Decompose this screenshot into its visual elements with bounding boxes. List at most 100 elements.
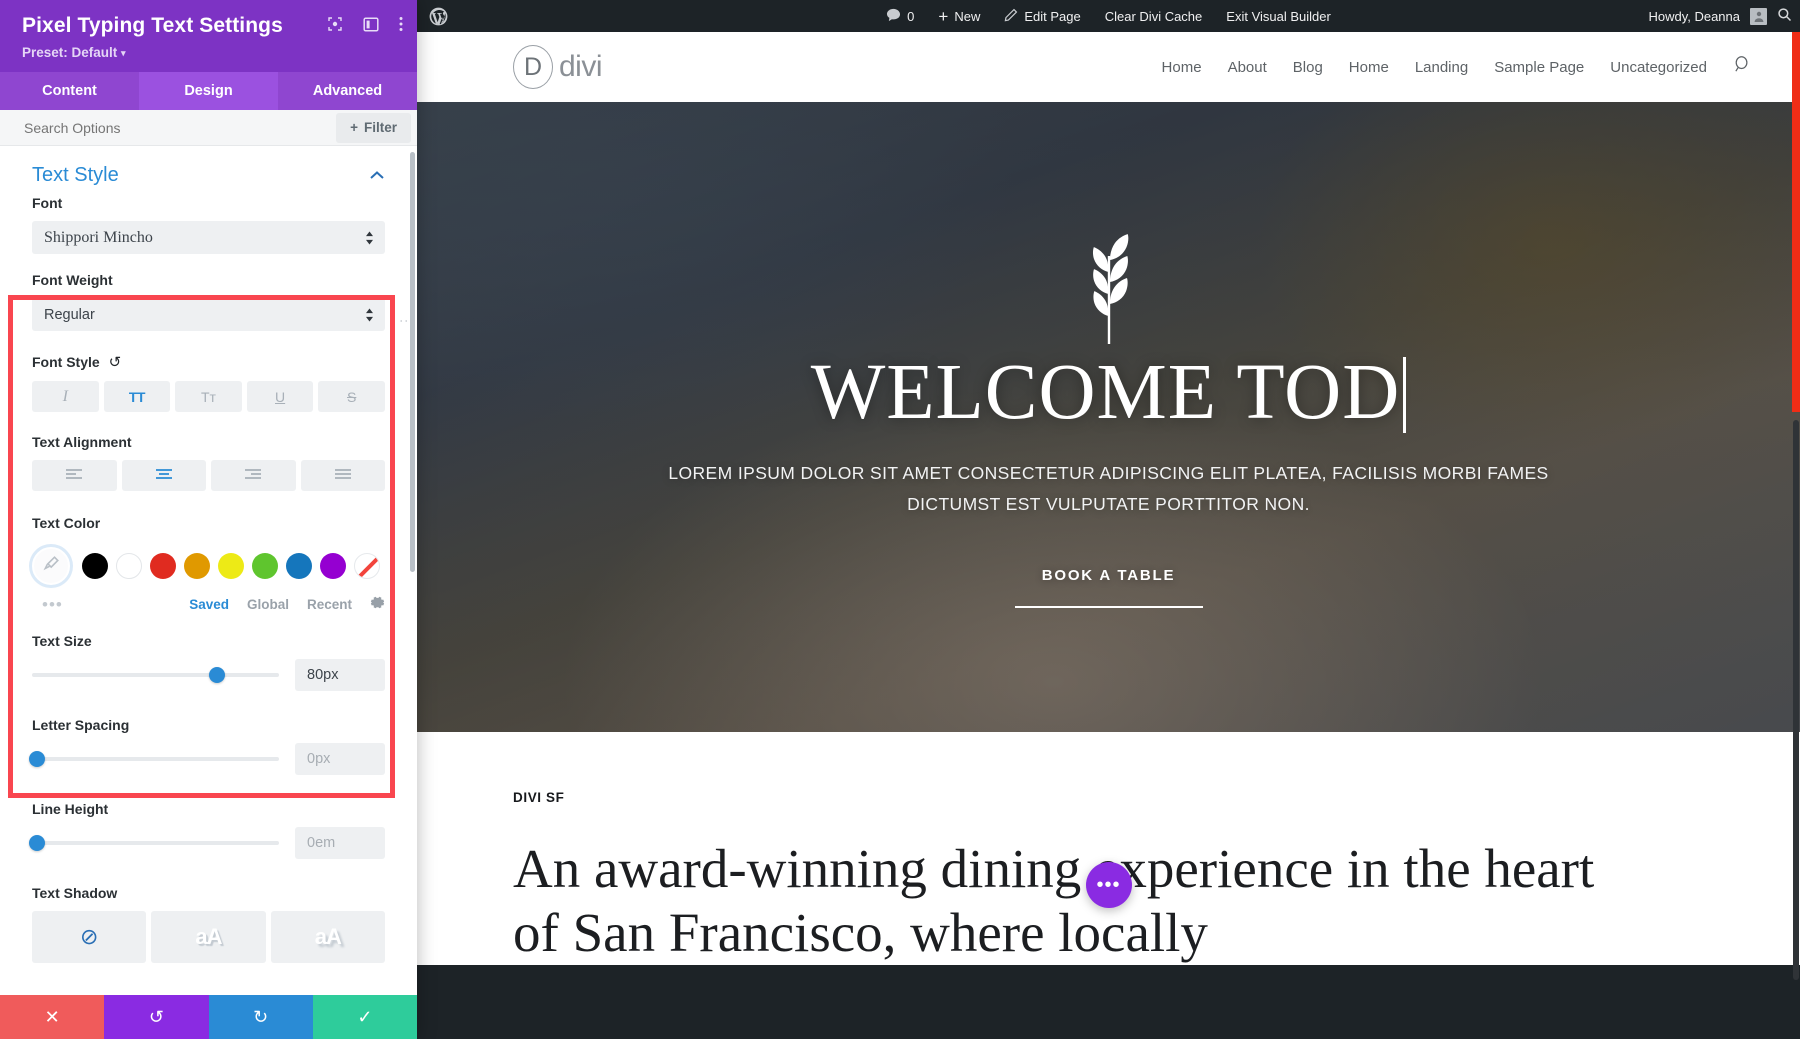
font-style-label: Font Style ↺ <box>32 353 385 371</box>
color-source-tabs: Saved Global Recent <box>189 595 385 613</box>
typing-cursor <box>1403 357 1407 433</box>
font-style-underline-button[interactable]: U <box>246 381 314 412</box>
text-shadow-strong-button[interactable]: aA <box>270 911 385 963</box>
font-style-smallcaps-button[interactable]: Tᴛ <box>175 381 242 412</box>
nav-item-home[interactable]: Home <box>1162 59 1202 76</box>
font-style-uppercase-button[interactable]: TT <box>103 381 171 412</box>
divi-logo[interactable]: D divi <box>513 45 603 89</box>
exit-visual-builder-item[interactable]: Exit Visual Builder <box>1214 0 1343 32</box>
color-picker-button[interactable] <box>32 547 70 585</box>
align-right-button[interactable] <box>211 460 296 491</box>
site-header: D divi Home About Blog Home Landing Samp… <box>417 32 1800 102</box>
nav-item-sample-page[interactable]: Sample Page <box>1494 59 1584 76</box>
reset-icon[interactable]: ↺ <box>109 353 122 371</box>
align-justify-button[interactable] <box>300 460 385 491</box>
tab-design[interactable]: Design <box>139 72 278 110</box>
swatch-yellow[interactable] <box>218 553 244 579</box>
font-weight-select[interactable]: Regular <box>32 298 385 331</box>
align-left-button[interactable] <box>32 460 117 491</box>
text-size-slider-thumb[interactable] <box>209 667 226 683</box>
target-icon[interactable] <box>327 16 343 32</box>
nav-item-landing[interactable]: Landing <box>1415 59 1468 76</box>
font-style-strikethrough-button[interactable]: S <box>318 381 385 412</box>
save-button[interactable]: ✓ <box>312 995 417 1039</box>
color-tab-saved[interactable]: Saved <box>189 597 229 612</box>
font-weight-label: Font Weight <box>32 272 113 288</box>
edit-page-item[interactable]: Edit Page <box>992 0 1092 32</box>
swatch-red[interactable] <box>150 553 176 579</box>
close-button[interactable]: ✕ <box>0 995 105 1039</box>
book-a-table-button[interactable]: BOOK A TABLE <box>1042 567 1176 584</box>
uppercase-icon: TT <box>128 388 146 405</box>
font-select[interactable]: Shippori Mincho <box>32 221 385 254</box>
field-text-alignment: Text Alignment <box>0 434 417 491</box>
tab-content[interactable]: Content <box>0 72 139 110</box>
swatch-orange[interactable] <box>184 553 210 579</box>
letter-spacing-slider[interactable] <box>28 751 279 767</box>
tab-advanced[interactable]: Advanced <box>278 72 417 110</box>
line-height-slider-thumb[interactable] <box>28 835 45 851</box>
new-item[interactable]: + New <box>926 0 992 32</box>
swatch-black[interactable] <box>82 553 108 579</box>
swatch-green[interactable] <box>252 553 278 579</box>
letter-spacing-value[interactable]: 0px <box>295 743 385 775</box>
more-vertical-icon[interactable] <box>399 16 403 32</box>
preset-selector[interactable]: Preset: Default ▾ <box>22 45 399 60</box>
align-justify-icon <box>334 467 352 484</box>
swatch-none[interactable] <box>354 553 380 579</box>
font-label: Font <box>32 195 63 211</box>
panel-scrollbar[interactable] <box>410 152 415 572</box>
text-size-slider[interactable] <box>32 667 279 683</box>
line-height-value[interactable]: 0em <box>295 827 385 859</box>
underline-icon: U <box>275 388 286 405</box>
comments-item[interactable]: 0 <box>874 0 926 32</box>
hero-title-row: WELCOME TOD <box>811 353 1407 433</box>
nav-item-home-2[interactable]: Home <box>1349 59 1389 76</box>
pencil-icon <box>1004 8 1018 25</box>
swatch-white[interactable] <box>116 553 142 579</box>
intro-section: DIVI SF An award-winning dining experien… <box>417 732 1800 965</box>
filter-button[interactable]: + Filter <box>336 112 411 143</box>
text-alignment-buttons <box>32 460 385 491</box>
color-tab-recent[interactable]: Recent <box>307 597 352 612</box>
hero-subtitle: LOREM IPSUM DOLOR SIT AMET CONSECTETUR A… <box>668 463 1549 514</box>
align-center-button[interactable] <box>121 460 206 491</box>
search-icon[interactable] <box>1733 55 1752 79</box>
text-color-label: Text Color <box>32 515 101 531</box>
align-left-icon <box>65 467 83 484</box>
line-height-slider[interactable] <box>28 835 279 851</box>
color-tab-global[interactable]: Global <box>247 597 289 612</box>
more-colors-button[interactable]: ••• <box>32 596 63 613</box>
line-height-row: 0em <box>28 827 385 859</box>
visual-builder-fab[interactable]: ••• <box>1085 862 1132 908</box>
gear-icon[interactable] <box>370 595 385 613</box>
text-shadow-light-button[interactable]: aA <box>151 911 266 963</box>
swatch-blue[interactable] <box>286 553 312 579</box>
font-style-italic-button[interactable]: I <box>32 381 99 412</box>
nav-item-about[interactable]: About <box>1228 59 1267 76</box>
line-height-label: Line Height <box>32 801 109 817</box>
page-scrollbar[interactable] <box>1793 420 1799 980</box>
redo-button[interactable]: ↻ <box>208 995 313 1039</box>
nav-item-blog[interactable]: Blog <box>1293 59 1323 76</box>
text-shadow-none-button[interactable]: ⊘ <box>32 911 147 963</box>
section-text-style-header[interactable]: Text Style <box>0 146 417 195</box>
comment-icon <box>886 8 901 25</box>
section-heading: An award-winning dining experience in th… <box>513 838 1595 963</box>
text-size-value[interactable]: 80px <box>295 659 385 691</box>
layout-icon[interactable] <box>363 16 379 32</box>
site-preview: 0 + New Edit Page Clear Divi Cache Exit … <box>417 0 1800 1039</box>
swatch-purple[interactable] <box>320 553 346 579</box>
chevron-up-icon[interactable] <box>369 167 385 184</box>
letter-spacing-row: 0px <box>28 743 385 775</box>
field-text-color: Text Color ••• Saved Global Recent <box>0 515 417 613</box>
search-input[interactable] <box>0 119 337 136</box>
font-value: Shippori Mincho <box>44 228 153 246</box>
chevron-down-icon: ▾ <box>121 48 126 58</box>
letter-spacing-slider-thumb[interactable] <box>28 751 45 767</box>
undo-button[interactable]: ↺ <box>104 995 209 1039</box>
new-label: New <box>954 8 981 24</box>
clear-divi-cache-item[interactable]: Clear Divi Cache <box>1093 0 1215 32</box>
nav-item-uncategorized[interactable]: Uncategorized <box>1610 59 1707 76</box>
panel-body: ⋮ Text Style Font Shippori Mincho Font W… <box>0 146 417 995</box>
